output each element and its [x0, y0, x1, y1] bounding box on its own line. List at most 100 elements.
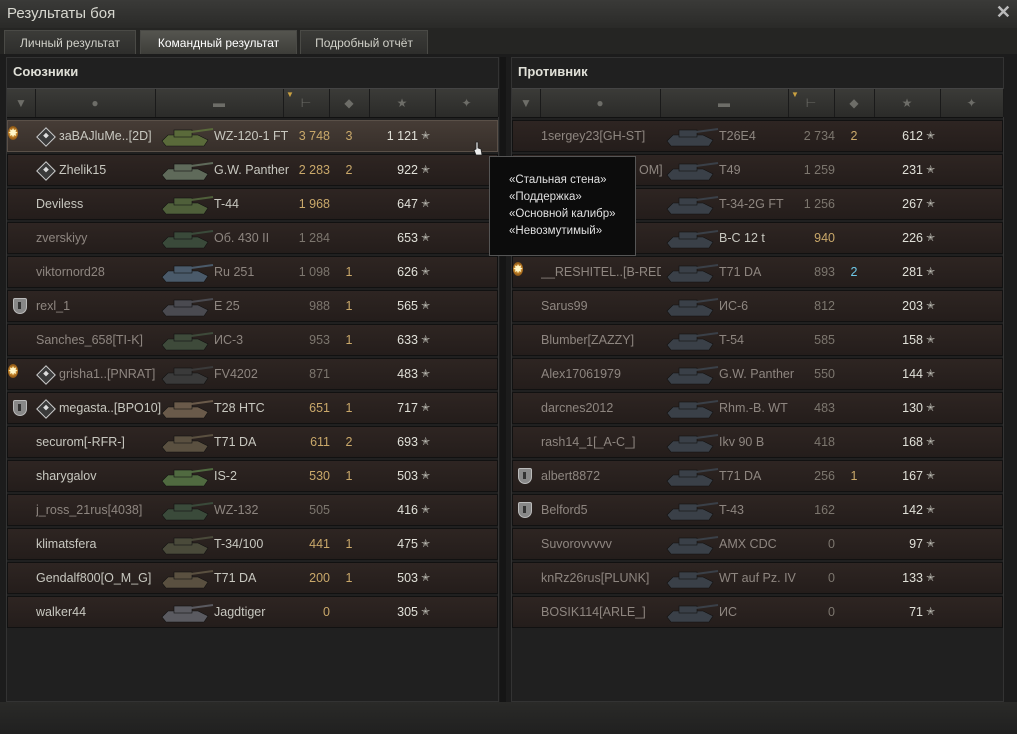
tab-personal-result[interactable]: Личный результат [4, 30, 136, 54]
medal-col-icon[interactable]: ✦ [940, 89, 1004, 117]
star-icon: ✭ [421, 538, 431, 550]
player-row[interactable]: зaBAJluMe..[2D] WZ-120-1 FT 3 748 3 1 121 ✭ ✸ [7, 120, 498, 152]
xp-col-icon[interactable]: ★ [874, 89, 941, 117]
player-row[interactable]: knRz26rus[PLUNK] WT auf Pz. IV 0 133 ✭ [512, 562, 1003, 594]
star-icon: ✭ [926, 606, 936, 618]
player-row[interactable]: klimatsfera T-34/100 441 1 475 ✭ [7, 528, 498, 560]
kills-col-icon[interactable]: ◆ [834, 89, 875, 117]
player-row[interactable]: darcnes2012 Rhm.-B. WT 483 130 ✭ [512, 392, 1003, 424]
player-row[interactable]: Belford5 T-43 162 142 ✭ [512, 494, 1003, 526]
kills-value [843, 291, 865, 321]
player-row[interactable]: walker44 Jagdtiger 0 305 ✭ [7, 596, 498, 628]
kills-value: 2 [850, 129, 858, 143]
damage-value: 893 [814, 265, 835, 279]
damage-value: 940 [814, 231, 835, 245]
player-row[interactable]: rexl_1 E 25 988 1 565 ✭ [7, 290, 498, 322]
player-row[interactable]: Sarus99 ИС-6 812 203 ✭ [512, 290, 1003, 322]
medal-icon[interactable]: ✸ [513, 262, 524, 276]
xp-value: 922 [397, 163, 418, 177]
kills-value: 1 [345, 333, 353, 347]
kills-value [843, 189, 865, 219]
player-row[interactable]: Sanches_658[TI-K] ИС-3 953 1 633 ✭ [7, 324, 498, 356]
player-row[interactable]: Gendalf800[O_M_G] T71 DA 200 1 503 ✭ [7, 562, 498, 594]
player-name: klimatsfera [36, 537, 97, 551]
star-icon: ✭ [421, 266, 431, 278]
close-icon[interactable]: ✕ [996, 2, 1011, 23]
player-row[interactable]: BOSIK114[ARLE_] ИС 0 71 ✭ [512, 596, 1003, 628]
bottom-bar [0, 702, 1017, 734]
player-row[interactable]: 1sergey23[GH-ST] T26E4 2 734 2 612 ✭ [512, 120, 1003, 152]
player-row[interactable]: albert8872 T71 DA 256 1 167 ✭ [512, 460, 1003, 492]
mouse-cursor-icon [473, 141, 483, 156]
player-name: Blumber[ZAZZY] [541, 333, 635, 347]
damage-value: 953 [309, 333, 330, 347]
allies-title: Союзники [13, 64, 79, 79]
player-row[interactable]: rash14_1[_A-C_] Ikv 90 B 418 168 ✭ [512, 426, 1003, 458]
star-icon: ✭ [421, 606, 431, 618]
player-name: albert8872 [541, 469, 601, 483]
medal-icon[interactable]: ✸ [8, 364, 19, 378]
xp-value: 167 [902, 469, 923, 483]
xp-col-icon[interactable]: ★ [369, 89, 436, 117]
kills-value: 2 [345, 435, 353, 449]
player-row[interactable]: zverskiyy Об. 430 II 1 284 653 ✭ [7, 222, 498, 254]
tank-icon [666, 366, 719, 385]
medal-col-icon[interactable]: ✦ [435, 89, 499, 117]
damage-value: 530 [309, 469, 330, 483]
tank-col-icon[interactable]: ▬ [155, 89, 284, 117]
xp-value: 612 [902, 129, 923, 143]
player-row[interactable]: Deviless T-44 1 968 647 ✭ [7, 188, 498, 220]
kills-col-icon[interactable]: ◆ [329, 89, 370, 117]
window-titlebar: Результаты боя ✕ [0, 0, 1017, 28]
damage-value: 1 284 [298, 231, 330, 245]
player-name: sharygalov [36, 469, 97, 483]
player-name: Belford5 [541, 503, 588, 517]
star-icon: ✭ [926, 436, 936, 448]
tooltip-line: «Основной калибр» [509, 208, 616, 220]
tank-icon [161, 128, 214, 147]
xp-value: 653 [397, 231, 418, 245]
squad-col-icon[interactable]: ▼ [512, 89, 541, 117]
squad-col-icon[interactable]: ▼ [7, 89, 36, 117]
tank-icon [161, 570, 214, 589]
star-icon: ✭ [926, 470, 936, 482]
player-row[interactable]: Blumber[ZAZZY] T-54 585 158 ✭ [512, 324, 1003, 356]
player-col-icon[interactable]: ● [540, 89, 661, 117]
player-row[interactable]: Alex17061979 G.W. Panther 550 144 ✭ [512, 358, 1003, 390]
xp-value: 168 [902, 435, 923, 449]
kills-value [843, 393, 865, 423]
player-col-icon[interactable]: ● [35, 89, 156, 117]
xp-value: 483 [397, 367, 418, 381]
kills-value: 1 [345, 401, 353, 415]
tooltip-line: «Невозмутимый» [509, 225, 603, 237]
tank-col-icon[interactable]: ▬ [660, 89, 789, 117]
player-row[interactable]: Zhelik15 G.W. Panther 2 283 2 922 ✭ [7, 154, 498, 186]
tab-team-result[interactable]: Командный результат [140, 30, 297, 54]
kills-value: 2 [850, 265, 858, 279]
damage-value: 256 [814, 469, 835, 483]
xp-value: 203 [902, 299, 923, 313]
player-row[interactable]: __RESHITEL..[B-RED] T71 DA 893 2 281 ✭ ✸ [512, 256, 1003, 288]
player-row[interactable]: viktornord28 Ru 251 1 098 1 626 ✭ [7, 256, 498, 288]
player-row[interactable]: securom[-RFR-] T71 DA 611 2 693 ✭ [7, 426, 498, 458]
kills-value [843, 529, 865, 559]
tank-icon [161, 230, 214, 249]
player-name: rash14_1[_A-C_] [541, 435, 636, 449]
xp-value: 633 [397, 333, 418, 347]
player-row[interactable]: j_ross_21rus[4038] WZ-132 505 416 ✭ [7, 494, 498, 526]
kills-value [338, 359, 360, 389]
player-row[interactable]: megasta..[BPO10] T28 HTC 651 1 717 ✭ [7, 392, 498, 424]
damage-col-icon[interactable]: ⊢ ▼ [283, 89, 330, 117]
star-icon: ✭ [926, 164, 936, 176]
player-row[interactable]: grisha1..[PNRAT] FV4202 871 483 ✭ ✸ [7, 358, 498, 390]
player-row[interactable]: Suvorovvvvv AMX CDC 0 97 ✭ [512, 528, 1003, 560]
damage-col-icon[interactable]: ⊢ ▼ [788, 89, 835, 117]
player-name: __RESHITEL..[B-RED] [541, 265, 661, 279]
tank-icon [666, 434, 719, 453]
player-row[interactable]: sharygalov IS-2 530 1 503 ✭ [7, 460, 498, 492]
medal-icon[interactable]: ✸ [8, 126, 19, 140]
damage-value: 2 283 [298, 163, 330, 177]
xp-value: 158 [902, 333, 923, 347]
xp-value: 231 [902, 163, 923, 177]
tab-detailed-report[interactable]: Подробный отчёт [300, 30, 428, 54]
